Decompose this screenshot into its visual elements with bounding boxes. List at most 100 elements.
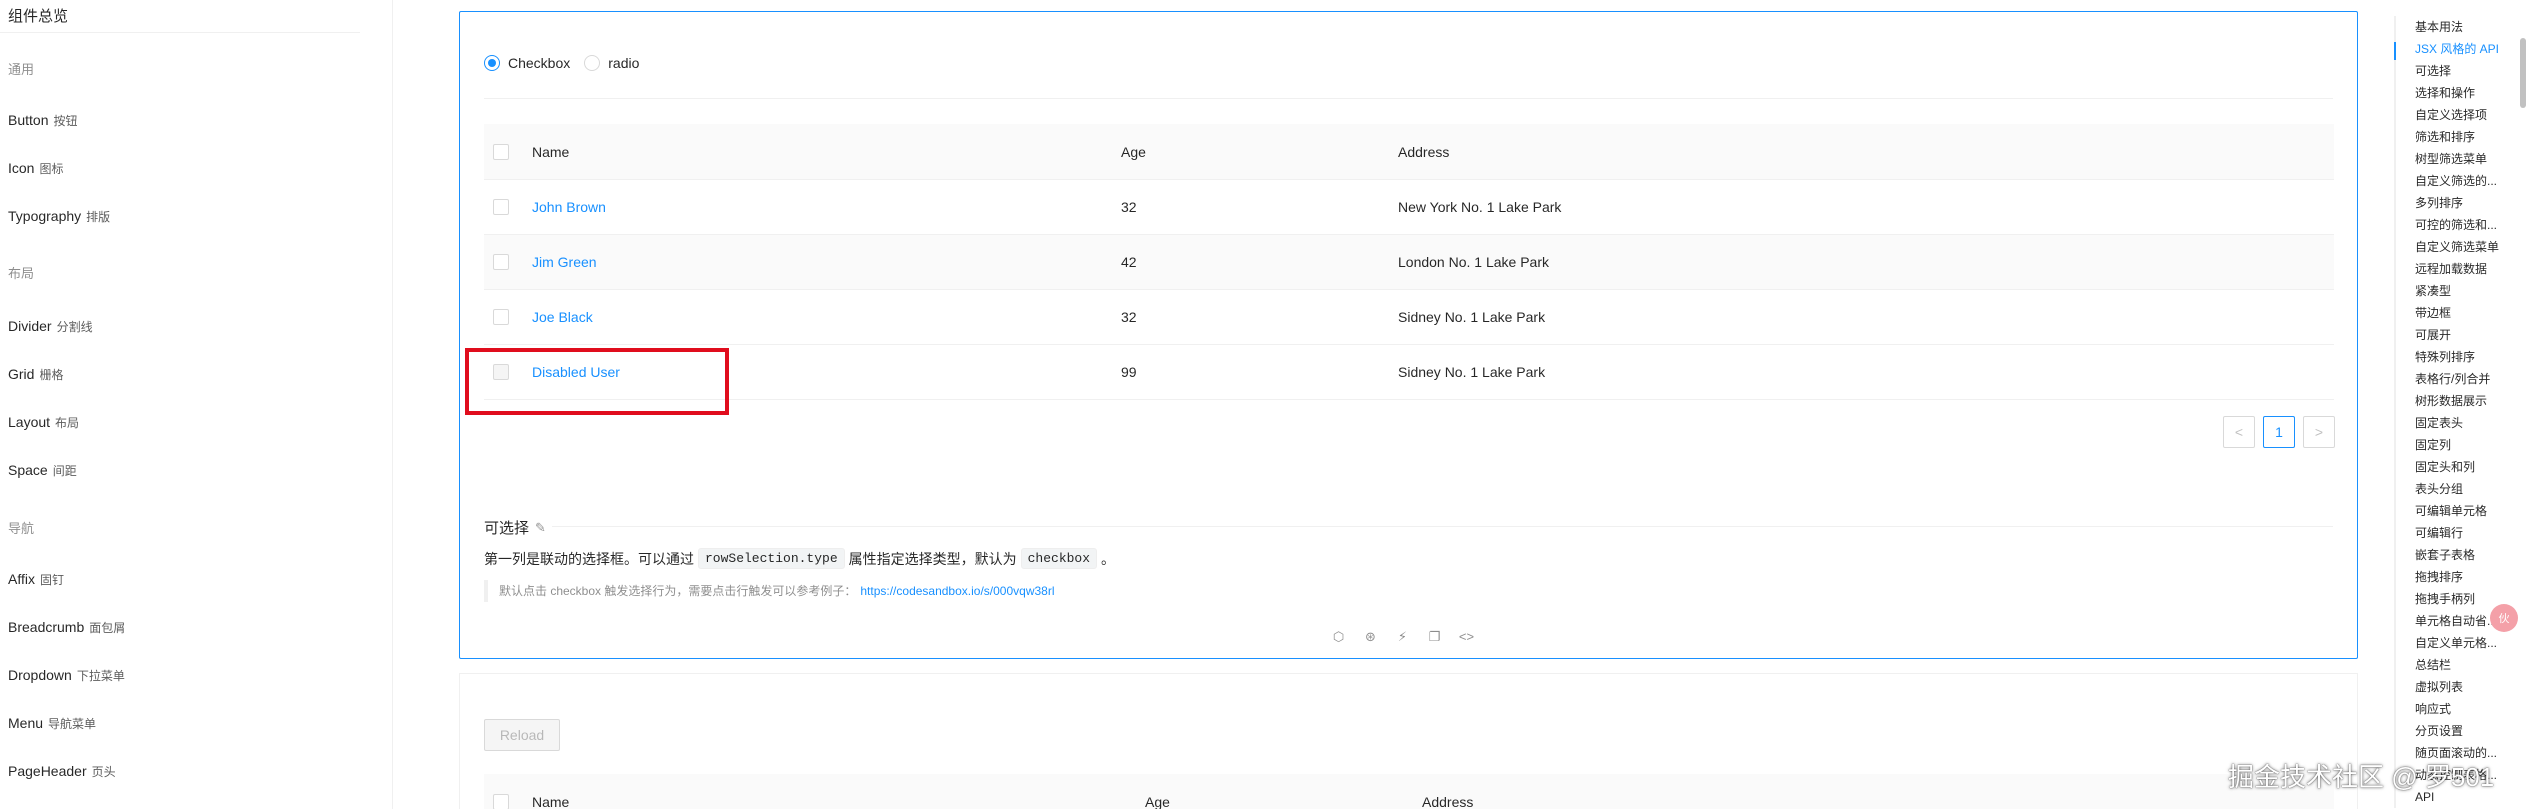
- address-cell: London No. 1 Lake Park: [1398, 254, 1549, 270]
- anchor-item[interactable]: 可编辑单元格: [2396, 500, 2514, 522]
- pagination-next-button[interactable]: >: [2303, 416, 2335, 448]
- anchor-item[interactable]: 自定义选择项: [2396, 104, 2514, 126]
- demo-card-operations: Reload Name Age Address: [459, 673, 2358, 809]
- selection-type-radio-group: Checkbox radio: [484, 55, 653, 71]
- anchor-item[interactable]: 总结栏: [2396, 654, 2514, 676]
- code-snippet: rowSelection.type: [698, 548, 845, 569]
- pagination-prev-button[interactable]: <: [2223, 416, 2255, 448]
- anchor-item[interactable]: 自定义筛选的...: [2396, 170, 2514, 192]
- anchor-item[interactable]: 远程加载数据: [2396, 258, 2514, 280]
- anchor-item[interactable]: 自定义筛选菜单: [2396, 236, 2514, 258]
- anchor-item[interactable]: 拖拽排序: [2396, 566, 2514, 588]
- sidebar-item-dropdown[interactable]: Dropdown 下拉菜单: [8, 667, 125, 684]
- anchor-item[interactable]: 可展开: [2396, 324, 2514, 346]
- sidebar-item-icon[interactable]: Icon 图标: [8, 160, 63, 177]
- sidebar-group-general: 通用: [8, 62, 35, 77]
- anchor-item[interactable]: 嵌套子表格: [2396, 544, 2514, 566]
- sidebar-item-menu[interactable]: Menu 导航菜单: [8, 715, 96, 732]
- sidebar-item-divider[interactable]: Divider 分割线: [8, 318, 93, 335]
- anchor-item[interactable]: 固定头和列: [2396, 456, 2514, 478]
- copy-icon[interactable]: ❐: [1426, 629, 1443, 645]
- radio-radio-label: radio: [608, 55, 640, 71]
- table-row[interactable]: Joe Black 32 Sidney No. 1 Lake Park: [484, 290, 2334, 345]
- address-cell: Sidney No. 1 Lake Park: [1398, 364, 1546, 380]
- demo-title-text: 可选择: [484, 520, 530, 537]
- data-table: Name Age Address: [484, 774, 2334, 809]
- anchor-item[interactable]: 特殊列排序: [2396, 346, 2514, 368]
- sidebar-item-breadcrumb[interactable]: Breadcrumb 面包屑: [8, 619, 125, 636]
- sidebar-item-affix[interactable]: Affix 固钉: [8, 571, 64, 588]
- address-cell: New York No. 1 Lake Park: [1398, 199, 1562, 215]
- codesandbox-link[interactable]: https://codesandbox.io/s/000vqw38rl: [860, 584, 1054, 598]
- assistant-bubble[interactable]: 伙: [2490, 604, 2518, 632]
- anchor-item[interactable]: 可选择: [2396, 60, 2514, 82]
- anchor-item[interactable]: 响应式: [2396, 698, 2514, 720]
- scrollbar[interactable]: [2520, 38, 2526, 108]
- sidebar-item-layout[interactable]: Layout 布局: [8, 414, 79, 431]
- watermark: 掘金技术社区 @ 罗501: [2228, 762, 2495, 792]
- anchor-item[interactable]: 分页设置: [2396, 720, 2514, 742]
- desc-text: 属性指定选择类型，默认为: [848, 550, 1017, 567]
- sidebar-overview[interactable]: 组件总览: [8, 5, 68, 26]
- anchor-item[interactable]: 带边框: [2396, 302, 2514, 324]
- select-all-checkbox[interactable]: [493, 793, 509, 809]
- anchor-item[interactable]: 树形数据展示: [2396, 390, 2514, 412]
- sidebar-item-pageheader[interactable]: PageHeader 页头: [8, 763, 116, 780]
- anchor-active-indicator: [2394, 42, 2396, 60]
- column-header-age[interactable]: Age: [1121, 144, 1398, 160]
- row-checkbox[interactable]: [493, 309, 509, 325]
- anchor-nav: 基本用法 JSX 风格的 API 可选择 选择和操作 自定义选择项 筛选和排序 树型筛选菜单…: [2394, 16, 2514, 808]
- anchor-item[interactable]: 可控的筛选和...: [2396, 214, 2514, 236]
- sidebar-item-grid[interactable]: Grid 栅格: [8, 366, 63, 383]
- anchor-item[interactable]: 选择和操作: [2396, 82, 2514, 104]
- anchor-item[interactable]: 虚拟列表: [2396, 676, 2514, 698]
- data-table: Name Age Address John Brown 32 New York …: [484, 124, 2334, 400]
- anchor-item[interactable]: 固定列: [2396, 434, 2514, 456]
- anchor-item[interactable]: 自定义单元格...: [2396, 632, 2514, 654]
- stackblitz-icon[interactable]: ⚡: [1394, 629, 1411, 645]
- sidebar-item-button[interactable]: Button 按钮: [8, 112, 78, 129]
- row-checkbox[interactable]: [493, 254, 509, 270]
- table-row-disabled[interactable]: Disabled User 99 Sidney No. 1 Lake Park: [484, 345, 2334, 400]
- radio-radio[interactable]: radio: [584, 55, 639, 71]
- anchor-item[interactable]: 筛选和排序: [2396, 126, 2514, 148]
- codepen-icon[interactable]: ⊛: [1362, 629, 1379, 645]
- name-link[interactable]: Jim Green: [532, 254, 597, 270]
- row-checkbox[interactable]: [493, 199, 509, 215]
- sidebar-item-space[interactable]: Space 间距: [8, 462, 77, 479]
- anchor-item[interactable]: 树型筛选菜单: [2396, 148, 2514, 170]
- age-cell: 32: [1121, 199, 1137, 215]
- anchor-item[interactable]: JSX 风格的 API: [2396, 38, 2514, 60]
- demo-description: 第一列是联动的选择框。可以通过 rowSelection.type 属性指定选择…: [484, 548, 1115, 569]
- pagination-page-1[interactable]: 1: [2263, 416, 2295, 448]
- divider: [552, 526, 2333, 527]
- column-header-name[interactable]: Name: [532, 794, 1145, 809]
- age-cell: 99: [1121, 364, 1137, 380]
- name-link[interactable]: John Brown: [532, 199, 606, 215]
- column-header-address[interactable]: Address: [1422, 794, 2334, 809]
- reload-button[interactable]: Reload: [484, 719, 560, 751]
- sidebar-group-nav: 导航: [8, 521, 35, 536]
- column-header-address[interactable]: Address: [1398, 144, 2334, 160]
- demo-actions: ⬡ ⊛ ⚡ ❐ <>: [1330, 629, 1475, 645]
- table-row[interactable]: John Brown 32 New York No. 1 Lake Park: [484, 180, 2334, 235]
- sidebar-group-layout: 布局: [8, 266, 35, 281]
- anchor-item[interactable]: 基本用法: [2396, 16, 2514, 38]
- column-header-name[interactable]: Name: [532, 144, 1121, 160]
- anchor-item[interactable]: 表头分组: [2396, 478, 2514, 500]
- edit-icon[interactable]: ✎: [535, 520, 546, 536]
- anchor-item[interactable]: 表格行/列合并: [2396, 368, 2514, 390]
- table-row[interactable]: Jim Green 42 London No. 1 Lake Park: [484, 235, 2334, 290]
- anchor-item[interactable]: 可编辑行: [2396, 522, 2514, 544]
- sidebar-item-typography[interactable]: Typography 排版: [8, 208, 110, 225]
- anchor-item[interactable]: 固定表头: [2396, 412, 2514, 434]
- select-all-checkbox[interactable]: [493, 143, 509, 160]
- column-header-age[interactable]: Age: [1145, 794, 1422, 809]
- demo-card-selection: Checkbox radio Name Age Address John Bro…: [459, 11, 2358, 659]
- anchor-item[interactable]: 多列排序: [2396, 192, 2514, 214]
- codesandbox-icon[interactable]: ⬡: [1330, 629, 1347, 645]
- show-code-icon[interactable]: <>: [1458, 629, 1475, 645]
- anchor-item[interactable]: 紧凑型: [2396, 280, 2514, 302]
- radio-checkbox[interactable]: Checkbox: [484, 55, 570, 71]
- name-link[interactable]: Joe Black: [532, 309, 593, 325]
